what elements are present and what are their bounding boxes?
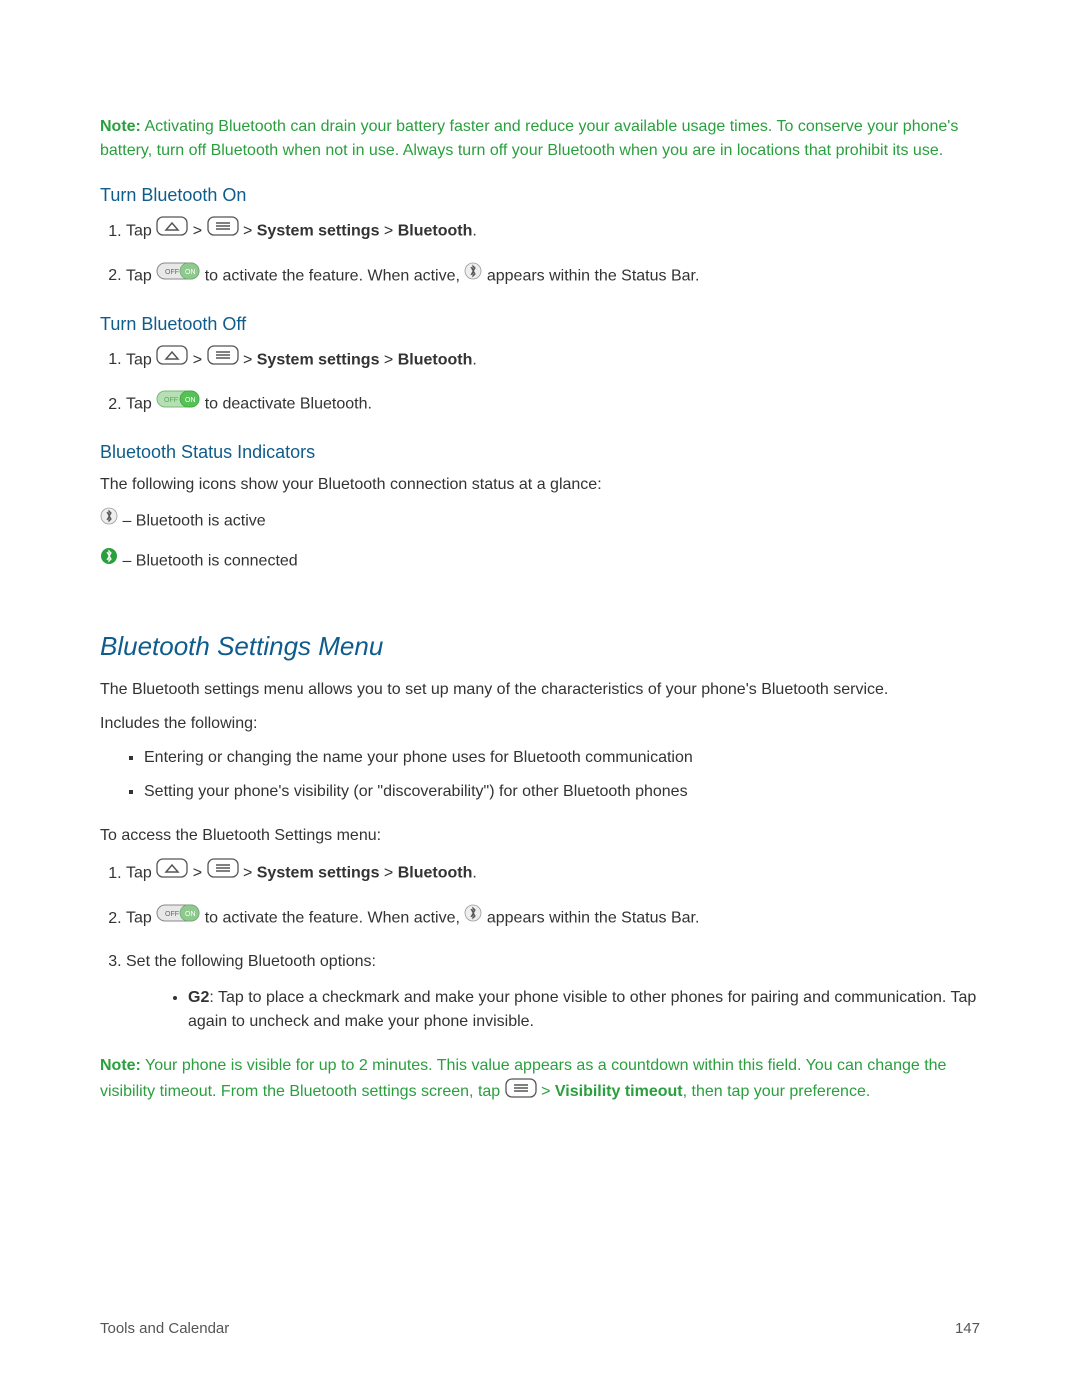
- turn-off-steps: Tap > > System settings > Bluetooth. Tap…: [100, 345, 980, 421]
- text-activate: to activate the feature. When active,: [205, 910, 460, 927]
- note-text: Activating Bluetooth can drain your batt…: [100, 118, 958, 159]
- text-statusbar: appears within the Status Bar.: [487, 910, 700, 927]
- footer-page-number: 147: [955, 1320, 980, 1337]
- sep: >: [384, 351, 393, 368]
- svg-text:OFF: OFF: [164, 397, 178, 404]
- heading-turn-off: Turn Bluetooth Off: [100, 314, 980, 335]
- text-tap: Tap: [126, 267, 152, 284]
- note2-text2: , then tap your preference.: [683, 1084, 871, 1101]
- turn-on-step-1: Tap > > System settings > Bluetooth.: [126, 216, 980, 247]
- text-tap: Tap: [126, 396, 152, 413]
- visibility-timeout-label: Visibility timeout: [555, 1084, 683, 1101]
- page-container: Note: Activating Bluetooth can drain you…: [0, 0, 1080, 1397]
- text-bluetooth: Bluetooth: [398, 865, 473, 882]
- indicators-intro: The following icons show your Bluetooth …: [100, 473, 980, 497]
- heading-turn-on: Turn Bluetooth On: [100, 185, 980, 206]
- sep: >: [243, 865, 252, 882]
- sep: >: [243, 351, 252, 368]
- section-settings-menu: Bluetooth Settings Menu: [100, 631, 980, 662]
- settings-step-3: Set the following Bluetooth options: G2:…: [126, 948, 980, 1035]
- menu-icon: [505, 1078, 537, 1106]
- bluetooth-active-icon: [464, 904, 482, 933]
- note-label: Note:: [100, 1057, 141, 1074]
- sep: >: [384, 865, 393, 882]
- home-icon: [156, 858, 188, 889]
- home-icon: [156, 216, 188, 247]
- svg-text:OFF: OFF: [165, 911, 179, 918]
- menu-icon: [207, 216, 239, 247]
- sep: >: [541, 1084, 550, 1101]
- toggle-on-icon: OFF ON: [156, 389, 200, 420]
- text-system-settings: System settings: [257, 865, 380, 882]
- text-tap: Tap: [126, 910, 152, 927]
- settings-step-2: Tap OFF ON to activate the feature. When …: [126, 903, 980, 934]
- heading-indicators: Bluetooth Status Indicators: [100, 442, 980, 463]
- text-bluetooth: Bluetooth: [398, 351, 473, 368]
- settings-access: To access the Bluetooth Settings menu:: [100, 824, 980, 848]
- turn-on-step-2: Tap OFF ON to activate the feature. When …: [126, 261, 980, 292]
- text-tap: Tap: [126, 351, 152, 368]
- text-set-options: Set the following Bluetooth options:: [126, 953, 376, 970]
- settings-step-1: Tap > > System settings > Bluetooth.: [126, 858, 980, 889]
- g2-label: G2: [188, 989, 209, 1006]
- settings-steps: Tap > > System settings > Bluetooth. Tap…: [100, 858, 980, 1034]
- text-activate: to activate the feature. When active,: [205, 267, 460, 284]
- home-icon: [156, 345, 188, 376]
- text-bluetooth: Bluetooth: [398, 223, 473, 240]
- text-tap: Tap: [126, 865, 152, 882]
- g2-option: G2: Tap to place a checkmark and make yo…: [188, 986, 980, 1034]
- includes-item-2: Setting your phone's visibility (or "dis…: [144, 780, 980, 804]
- svg-text:ON: ON: [185, 269, 196, 276]
- bluetooth-connected-icon: [100, 547, 118, 576]
- indicator-active: – Bluetooth is active: [100, 507, 980, 536]
- text-system-settings: System settings: [257, 351, 380, 368]
- settings-step-3-sublist: G2: Tap to place a checkmark and make yo…: [126, 986, 980, 1034]
- indicator-connected-text: – Bluetooth is connected: [122, 552, 297, 569]
- menu-icon: [207, 345, 239, 376]
- footer-section: Tools and Calendar: [100, 1320, 229, 1337]
- bluetooth-active-icon: [464, 262, 482, 291]
- page-footer: Tools and Calendar 147: [100, 1320, 980, 1337]
- text-system-settings: System settings: [257, 223, 380, 240]
- turn-off-step-2: Tap OFF ON to deactivate Bluetooth.: [126, 389, 980, 420]
- toggle-off-on-icon: OFF ON: [156, 903, 200, 934]
- sep: >: [243, 223, 252, 240]
- svg-text:OFF: OFF: [165, 269, 179, 276]
- g2-text: : Tap to place a checkmark and make your…: [188, 989, 976, 1030]
- text-tap: Tap: [126, 223, 152, 240]
- sep: >: [193, 351, 202, 368]
- turn-off-step-1: Tap > > System settings > Bluetooth.: [126, 345, 980, 376]
- note-bluetooth-drain: Note: Activating Bluetooth can drain you…: [100, 115, 980, 163]
- includes-item-1: Entering or changing the name your phone…: [144, 746, 980, 770]
- note-label: Note:: [100, 118, 141, 135]
- settings-includes-list: Entering or changing the name your phone…: [100, 746, 980, 804]
- menu-icon: [207, 858, 239, 889]
- note-visibility-timeout: Note: Your phone is visible for up to 2 …: [100, 1054, 980, 1106]
- turn-on-steps: Tap > > System settings > Bluetooth. Tap…: [100, 216, 980, 292]
- svg-text:ON: ON: [185, 397, 196, 404]
- sep: >: [384, 223, 393, 240]
- text-statusbar: appears within the Status Bar.: [487, 267, 700, 284]
- settings-intro: The Bluetooth settings menu allows you t…: [100, 678, 980, 702]
- indicator-active-text: – Bluetooth is active: [122, 513, 265, 530]
- bluetooth-active-icon: [100, 507, 118, 536]
- toggle-off-on-icon: OFF ON: [156, 261, 200, 292]
- svg-text:ON: ON: [185, 911, 196, 918]
- sep: >: [193, 223, 202, 240]
- text-deactivate: to deactivate Bluetooth.: [205, 396, 372, 413]
- indicator-connected: – Bluetooth is connected: [100, 547, 980, 576]
- settings-includes: Includes the following:: [100, 712, 980, 736]
- sep: >: [193, 865, 202, 882]
